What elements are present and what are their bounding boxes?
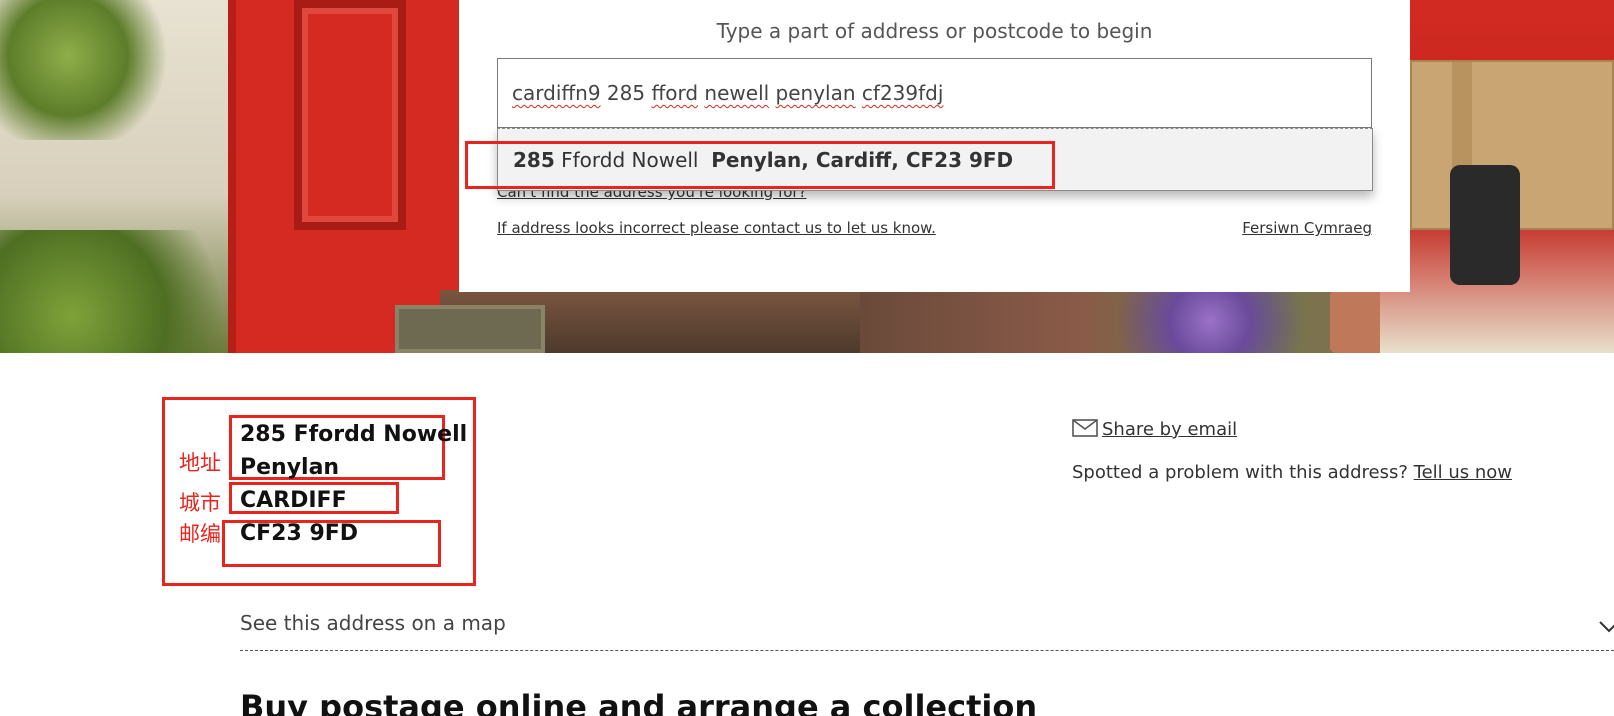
- share-row: Share by email: [1072, 419, 1237, 440]
- share-by-email-link[interactable]: Share by email: [1102, 419, 1237, 440]
- hero-foliage: [0, 0, 170, 140]
- annotation-label-postcode: 邮编: [179, 522, 221, 546]
- annotation-box-suggestion: [465, 141, 1055, 189]
- address-line-2: Penylan: [240, 455, 340, 480]
- address-city: CARDIFF: [240, 488, 347, 513]
- welsh-version-link[interactable]: Fersiwn Cymraeg: [1242, 219, 1372, 237]
- annotation-label-city: 城市: [179, 491, 221, 515]
- annotation-label-address: 地址: [179, 451, 221, 475]
- map-accordion-label: See this address on a map: [240, 611, 506, 635]
- address-search-input[interactable]: [498, 59, 1371, 127]
- hero-letterbox: [395, 305, 545, 353]
- hero-red-door: [228, 0, 460, 353]
- map-accordion[interactable]: See this address on a map: [240, 611, 1614, 651]
- hero-scanner: [1450, 165, 1520, 285]
- address-postcode: CF23 9FD: [240, 521, 359, 546]
- mail-icon: [1072, 419, 1098, 437]
- tell-us-now-link[interactable]: Tell us now: [1414, 462, 1512, 483]
- hero-flowers: [1080, 290, 1340, 353]
- address-line-1: 285 Ffordd Nowell: [240, 422, 468, 447]
- problem-text: Spotted a problem with this address?: [1072, 462, 1408, 483]
- problem-row: Spotted a problem with this address? Tel…: [1072, 462, 1512, 483]
- chevron-down-icon[interactable]: [1598, 615, 1614, 637]
- search-prompt: Type a part of address or postcode to be…: [716, 19, 1153, 43]
- address-search-field[interactable]: cardiffn9 285 fford newell penylan cf239…: [497, 58, 1372, 128]
- hero-foliage: [0, 230, 240, 353]
- section-heading: Buy postage online and arrange a collect…: [240, 688, 1038, 716]
- report-incorrect-address-link[interactable]: If address looks incorrect please contac…: [497, 219, 936, 237]
